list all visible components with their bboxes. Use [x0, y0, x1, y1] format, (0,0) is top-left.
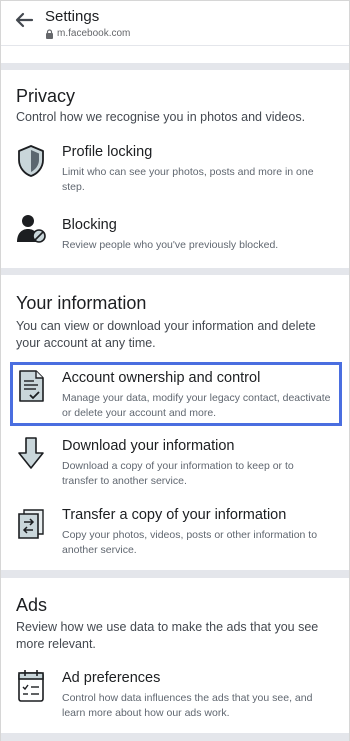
item-description: Limit who can see your photos, posts and… — [62, 166, 314, 193]
item-title: Profile locking — [62, 144, 153, 160]
your-information-section-title: Your information — [16, 293, 147, 313]
divider — [1, 45, 349, 46]
privacy-section-description: Control how we recognise you in photos a… — [16, 110, 306, 124]
page-title: Settings — [45, 8, 100, 25]
calendar-list-icon — [18, 670, 44, 702]
url-label: m.facebook.com — [45, 28, 130, 39]
download-arrow-icon — [18, 437, 44, 469]
shield-icon — [18, 145, 44, 177]
item-description: Manage your data, modify your legacy con… — [62, 392, 331, 419]
item-title: Blocking — [62, 217, 117, 233]
item-description: Copy your photos, videos, posts or other… — [62, 529, 318, 556]
transfer-icon — [18, 509, 44, 539]
item-description: Download a copy of your information to k… — [62, 460, 294, 487]
back-arrow-icon[interactable] — [13, 9, 35, 31]
section-divider — [1, 268, 349, 275]
profile-locking-item[interactable]: Profile locking Limit who can see your p… — [10, 144, 340, 194]
ad-preferences-item[interactable]: Ad preferences Control how data influenc… — [10, 670, 340, 719]
item-title: Ad preferences — [62, 670, 161, 686]
privacy-section-title: Privacy — [16, 86, 76, 106]
transfer-information-item[interactable]: Transfer a copy of your information Copy… — [10, 507, 340, 556]
item-description: Control how data influences the ads that… — [62, 692, 313, 719]
your-information-section-description: You can view or download your informatio… — [16, 319, 316, 350]
section-divider — [1, 63, 349, 70]
item-title: Download your information — [62, 438, 235, 454]
item-description: Review people who you've previously bloc… — [62, 239, 279, 251]
section-divider — [1, 733, 349, 741]
download-information-item[interactable]: Download your information Download a cop… — [10, 437, 340, 487]
ads-section-description: Review how we use data to make the ads t… — [16, 620, 319, 651]
document-check-icon — [19, 370, 44, 402]
account-ownership-item[interactable]: Account ownership and control Manage you… — [10, 370, 340, 419]
blocked-person-icon — [17, 215, 46, 243]
url-text: m.facebook.com — [57, 28, 131, 39]
ads-section-title: Ads — [16, 595, 48, 615]
top-bar: Settings m.facebook.com — [1, 1, 349, 45]
item-title: Account ownership and control — [62, 370, 261, 386]
item-title: Transfer a copy of your information — [62, 507, 287, 523]
lock-icon — [46, 28, 53, 39]
blocking-item[interactable]: Blocking Review people who you've previo… — [10, 215, 340, 257]
section-divider — [1, 570, 349, 578]
